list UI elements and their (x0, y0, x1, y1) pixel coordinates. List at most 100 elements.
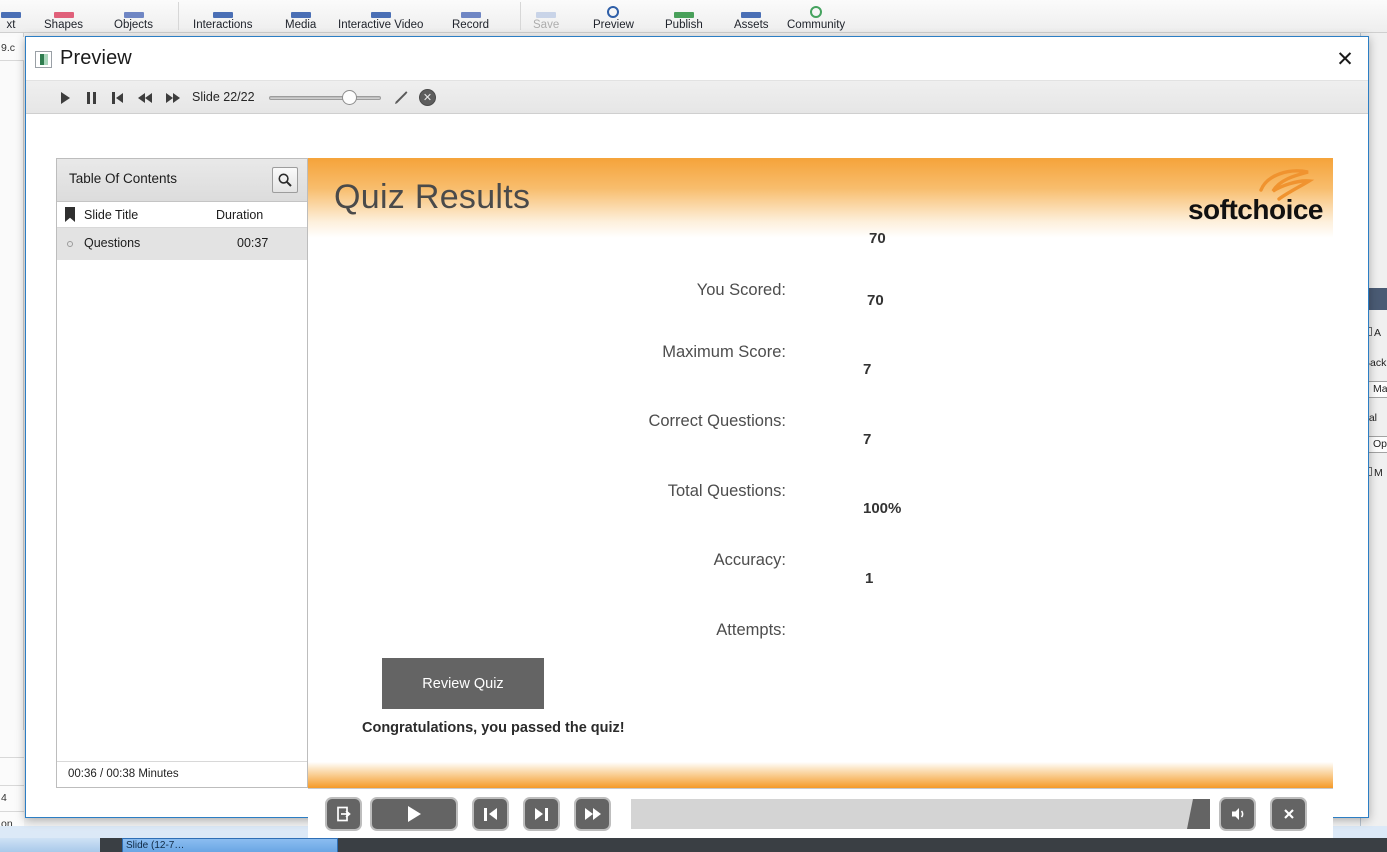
result-label: Maximum Score: (662, 343, 786, 361)
preview-title-bar: Preview ✕ (26, 37, 1368, 81)
close-x-icon[interactable] (1270, 797, 1307, 831)
preview-playback-toolbar: Slide 22/22 ✕ (26, 81, 1368, 114)
skip-start-icon[interactable] (108, 81, 126, 114)
right-panel-label: Op (1373, 438, 1387, 450)
search-icon[interactable] (272, 167, 298, 193)
volume-icon[interactable] (1219, 797, 1256, 831)
ribbon-item-record[interactable]: Record (452, 0, 489, 33)
ribbon-item-interactive-video[interactable]: Interactive Video (338, 0, 423, 33)
toc-column-header: Slide Title Duration (57, 202, 307, 228)
result-row: Maximum Score: 70 (308, 292, 1333, 362)
ribbon-item-icon (212, 5, 234, 18)
ribbon-item-label: xt (6, 19, 16, 31)
result-row: Correct Questions: 7 (308, 361, 1333, 431)
app-ribbon-toolbar: xt Shapes Objects Interactions Media Interact… (0, 0, 1387, 33)
app-strip-row (0, 758, 24, 786)
ribbon-item-label: Interactive Video (338, 19, 424, 31)
ribbon-item-media[interactable]: Media (285, 0, 316, 33)
ribbon-item-label: Shapes (44, 19, 84, 31)
right-panel-label: A (1374, 327, 1382, 339)
ribbon-item-label: Community (787, 19, 846, 31)
table-of-contents-panel: Table Of Contents Slide Title Duration Q… (56, 158, 308, 788)
taskbar-start-chip[interactable] (0, 838, 100, 852)
toc-header: Table Of Contents (57, 159, 307, 202)
result-value: 1 (865, 570, 874, 587)
playback-progress-bar[interactable] (631, 799, 1195, 829)
result-label: Correct Questions: (648, 412, 786, 430)
ribbon-separator (178, 2, 179, 30)
congratulations-message: Congratulations, you passed the quiz! (362, 720, 625, 736)
timeline-slider[interactable] (269, 96, 381, 100)
toc-time-footer: 00:36 / 00:38 Minutes (57, 761, 307, 787)
right-panel-label: M (1374, 467, 1383, 479)
result-row: Accuracy: 100% (308, 500, 1333, 570)
next-icon[interactable] (523, 797, 560, 831)
play-icon[interactable] (56, 81, 74, 114)
fast-forward-icon[interactable] (162, 81, 184, 114)
result-row: You Scored: 70 (308, 230, 1333, 300)
ribbon-item-publish[interactable]: Publish (665, 0, 703, 33)
windows-taskbar[interactable]: Slide (12-7… (0, 838, 1387, 852)
ribbon-item-label: Assets (734, 19, 769, 31)
ribbon-item-icon (53, 5, 75, 18)
toc-item-duration: 00:37 (237, 236, 269, 250)
rewind-icon[interactable] (134, 81, 156, 114)
slide-stage: Quiz Results softchoice You Scored: 70 M… (308, 158, 1333, 788)
ribbon-item-icon (290, 5, 312, 18)
ribbon-item-community[interactable]: Community (787, 0, 845, 33)
toc-item-title: Questions (84, 236, 141, 250)
stop-circle-icon[interactable]: ✕ (419, 89, 436, 106)
ribbon-item-icon (0, 5, 22, 18)
ribbon-item-label: Preview (593, 19, 634, 31)
ribbon-item-assets[interactable]: Assets (734, 0, 769, 33)
play-icon[interactable] (370, 797, 458, 831)
result-value: 7 (863, 431, 872, 448)
preview-app-icon (35, 51, 52, 68)
ribbon-item-save[interactable]: Save (533, 0, 559, 33)
ribbon-item-label: Record (452, 19, 490, 31)
app-strip-row: 9.c (0, 37, 24, 61)
toc-item-bullet-icon (67, 241, 73, 247)
pencil-icon[interactable] (392, 89, 410, 107)
ribbon-item-objects[interactable]: Objects (114, 0, 153, 33)
result-value: 100% (863, 500, 902, 517)
result-label: Attempts: (716, 621, 786, 639)
ribbon-item-label: Save (533, 19, 560, 31)
ribbon-item-label: Publish (665, 19, 703, 31)
result-value: 70 (867, 292, 884, 309)
preview-body: Table Of Contents Slide Title Duration Q… (26, 114, 1368, 838)
ribbon-item-icon (805, 5, 827, 18)
ribbon-item-label: Interactions (193, 19, 253, 31)
slide-footer-banner (308, 762, 1333, 788)
softchoice-wordmark: softchoice (1187, 194, 1324, 225)
ribbon-item-preview[interactable]: Preview (593, 0, 634, 33)
ribbon-item-icon (460, 5, 482, 18)
ribbon-item-xt[interactable]: xt (0, 0, 22, 33)
result-row: Attempts: 1 (308, 570, 1333, 640)
slide-counter-label: Slide 22/22 (192, 90, 255, 104)
toc-column-slide-title: Slide Title (84, 208, 139, 222)
preview-window: Preview ✕ Slide 22/22 ✕ Table Of Content… (25, 36, 1369, 838)
close-icon[interactable]: ✕ (1330, 44, 1360, 74)
ribbon-item-shapes[interactable]: Shapes (44, 0, 83, 33)
right-panel-label: Ma (1373, 383, 1387, 395)
toc-list-item[interactable]: Questions 00:37 (57, 228, 307, 260)
result-row: Total Questions: 7 (308, 431, 1333, 501)
player-control-bar (308, 788, 1333, 838)
ribbon-item-icon (602, 5, 624, 18)
ribbon-item-interactions[interactable]: Interactions (193, 0, 252, 33)
exit-icon[interactable] (325, 797, 362, 831)
app-left-strip: 9.c 4 on_ (0, 33, 24, 852)
toc-title: Table Of Contents (69, 171, 178, 186)
review-quiz-button[interactable]: Review Quiz (382, 658, 544, 709)
previous-icon[interactable] (472, 797, 509, 831)
preview-window-title: Preview (60, 47, 132, 69)
taskbar-item[interactable]: Slide (12-7… (122, 838, 338, 852)
app-strip-row: 4 (0, 786, 24, 812)
pause-icon[interactable] (82, 81, 100, 114)
ribbon-item-label: Objects (114, 19, 153, 31)
fast-forward-icon[interactable] (574, 797, 611, 831)
timeline-slider-knob[interactable] (342, 90, 357, 105)
app-strip-row (0, 730, 24, 758)
ribbon-item-icon (673, 5, 695, 18)
